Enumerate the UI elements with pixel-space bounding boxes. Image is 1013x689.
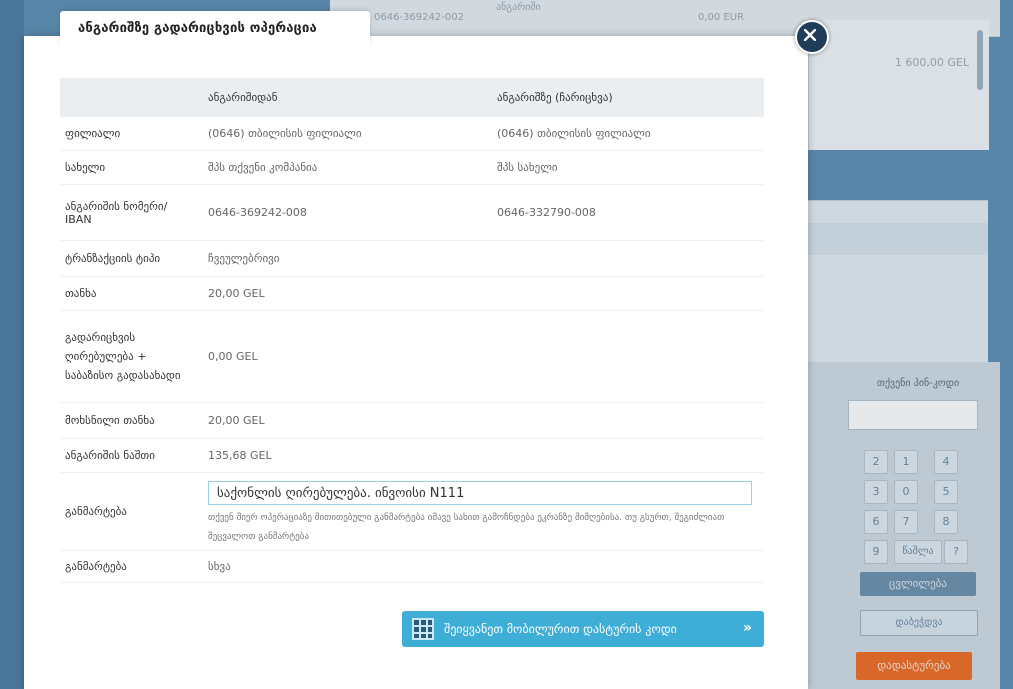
table-row: ანგარიშის ნომერი/ IBAN 0646-369242-008 0… [60, 184, 764, 241]
table-header-row: ანგარიშიდან ანგარიშზე (ჩარიცხვა) [60, 78, 764, 117]
mobile-code-button[interactable]: შეიყვანეთ მობილურით დასტურის კოდი » [402, 611, 764, 647]
row-from-branch: (0646) თბილისის ფილიალი [203, 116, 492, 151]
row-to-name: შპს სახელი [492, 150, 764, 185]
modal-title-tab: ანგარიშზე გადარიცხვის ოპერაცია [60, 11, 370, 47]
table-row: ტრანზაქციის ტიპი ჩვეულებრივი [60, 240, 764, 277]
row-from-amount: 20,00 GEL [203, 276, 492, 311]
row-from-type: ჩვეულებრივი [203, 240, 492, 277]
row-from-fee: 0,00 GEL [203, 310, 492, 403]
transfer-modal: ანგარიშიდან ანგარიშზე (ჩარიცხვა) ფილიალი… [24, 36, 808, 689]
row-extra-value: სხვა [203, 550, 492, 583]
transfer-details-table: ანგარიშიდან ანგარიშზე (ჩარიცხვა) ფილიალი… [60, 78, 764, 583]
row-to-fee [492, 310, 764, 403]
row-from-account: 0646-369242-008 [203, 184, 492, 241]
row-label-type: ტრანზაქციის ტიპი [60, 240, 203, 277]
row-to-account: 0646-332790-008 [492, 184, 764, 241]
table-row: განმარტება საქონლის ღირებულება. ინვოისი … [60, 472, 764, 551]
row-label-extra: განმარტება [60, 550, 203, 583]
row-to-branch: (0646) თბილისის ფილიალი [492, 116, 764, 151]
row-label-fee: გადარიცხვის ღირებულება + საბაზისო გადასა… [60, 310, 203, 403]
header-from: ანგარიშიდან [203, 78, 492, 117]
row-to-withdrawn [492, 402, 764, 439]
row-to-amount [492, 276, 764, 311]
modal-title: ანგარიშზე გადარიცხვის ოპერაცია [78, 21, 317, 36]
table-row: ფილიალი (0646) თბილისის ფილიალი (0646) თ… [60, 116, 764, 151]
row-extra-empty [492, 550, 764, 583]
table-row: სახელი შპს თქვენი კომპანია შპს სახელი [60, 150, 764, 185]
table-row: განმარტება სხვა [60, 550, 764, 583]
close-button[interactable] [795, 20, 829, 54]
row-label-branch: ფილიალი [60, 116, 203, 151]
row-label-balance: ანგარიშის ნაშთი [60, 438, 203, 473]
grid-code-icon [412, 618, 434, 640]
table-row: გადარიცხვის ღირებულება + საბაზისო გადასა… [60, 310, 764, 403]
row-label-withdrawn: მოხსნილი თანხა [60, 402, 203, 439]
row-to-balance [492, 438, 764, 473]
table-row: მოხსნილი თანხა 20,00 GEL [60, 402, 764, 439]
description-input[interactable]: საქონლის ღირებულება. ინვოისი N111 [208, 480, 752, 505]
row-from-balance: 135,68 GEL [203, 438, 492, 473]
row-from-name: შპს თქვენი კომპანია [203, 150, 492, 185]
row-label-account: ანგარიშის ნომერი/ IBAN [60, 184, 203, 241]
row-label-name: სახელი [60, 150, 203, 185]
row-from-withdrawn: 20,00 GEL [203, 402, 492, 439]
header-empty [60, 78, 203, 117]
table-row: ანგარიშის ნაშთი 135,68 GEL [60, 438, 764, 473]
header-to: ანგარიშზე (ჩარიცხვა) [492, 78, 764, 117]
description-cell: საქონლის ღირებულება. ინვოისი N111 თქვენ … [203, 472, 764, 551]
row-label-amount: თანხა [60, 276, 203, 311]
row-to-type [492, 240, 764, 277]
table-row: თანხა 20,00 GEL [60, 276, 764, 311]
mobile-code-label: შეიყვანეთ მობილურით დასტურის კოდი [444, 622, 677, 636]
description-note: თქვენ მიერ ოპერაციაზე მითითებული განმარტ… [208, 512, 725, 542]
arrow-right-icon: » [742, 620, 752, 636]
close-icon [804, 29, 816, 41]
row-label-description: განმარტება [60, 472, 203, 551]
